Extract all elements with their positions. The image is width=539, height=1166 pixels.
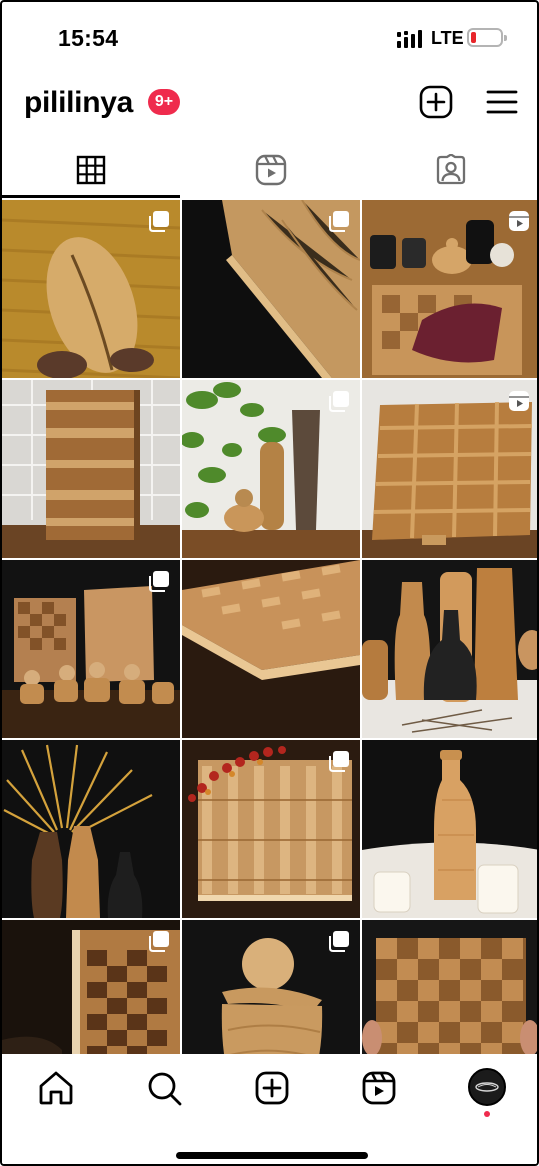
post-image: [2, 740, 180, 918]
bottom-navigation: [2, 1054, 537, 1164]
post-image: [182, 560, 360, 738]
post-tile[interactable]: [2, 740, 180, 918]
status-bar: 15:54 LTE: [2, 2, 537, 72]
post-tile[interactable]: [362, 740, 537, 918]
network-type: LTE: [431, 28, 464, 48]
post-tile[interactable]: [182, 560, 360, 738]
new-post-icon[interactable]: [418, 84, 454, 120]
carousel-icon: [329, 211, 349, 232]
post-image: [362, 920, 537, 1054]
post-tile[interactable]: [362, 560, 537, 738]
post-tile[interactable]: [182, 920, 360, 1054]
profile-header: pililinya 9+: [2, 72, 537, 134]
carousel-icon: [149, 211, 169, 232]
post-tile[interactable]: [362, 380, 537, 558]
reel-indicator-icon: [509, 391, 529, 411]
post-image: [362, 560, 537, 738]
post-tile[interactable]: [362, 920, 537, 1054]
reels-icon[interactable]: [359, 1068, 399, 1108]
status-time: 15:54: [58, 25, 119, 51]
home-icon[interactable]: [36, 1068, 76, 1108]
post-tile[interactable]: [362, 200, 537, 378]
grid-icon: [76, 155, 106, 185]
phone-screen: 15:54 LTE pililinya 9+: [0, 0, 539, 1166]
home-indicator: [176, 1152, 368, 1159]
tab-tagged[interactable]: [362, 142, 537, 198]
profile-avatar[interactable]: [468, 1068, 506, 1106]
new-post-icon[interactable]: [252, 1068, 292, 1108]
post-image: [362, 740, 537, 918]
post-tile[interactable]: [182, 380, 360, 558]
tab-posts-grid[interactable]: [2, 142, 180, 198]
carousel-icon: [329, 931, 349, 952]
carousel-icon: [149, 571, 169, 592]
tab-reels[interactable]: [182, 142, 360, 198]
post-tile[interactable]: [2, 200, 180, 378]
post-tile[interactable]: [2, 560, 180, 738]
battery-icon: [467, 28, 507, 47]
profile-notification-dot: [484, 1111, 490, 1117]
post-tile[interactable]: [2, 380, 180, 558]
tagged-person-icon: [436, 154, 466, 185]
brand-logo: [472, 1072, 502, 1102]
post-tile[interactable]: [2, 920, 180, 1054]
menu-icon[interactable]: [484, 84, 520, 120]
reel-indicator-icon: [509, 211, 529, 231]
post-tile[interactable]: [182, 200, 360, 378]
profile-tabs: [2, 142, 537, 198]
search-icon[interactable]: [144, 1068, 184, 1108]
cellular-signal-icon: [397, 30, 422, 48]
post-tile[interactable]: [182, 740, 360, 918]
carousel-icon: [329, 751, 349, 772]
post-image: [2, 380, 180, 558]
carousel-icon: [329, 391, 349, 412]
reels-icon: [255, 154, 287, 186]
profile-username[interactable]: pililinya: [24, 86, 133, 120]
notification-badge[interactable]: 9+: [148, 89, 180, 115]
posts-grid: [2, 200, 537, 1054]
carousel-icon: [149, 931, 169, 952]
